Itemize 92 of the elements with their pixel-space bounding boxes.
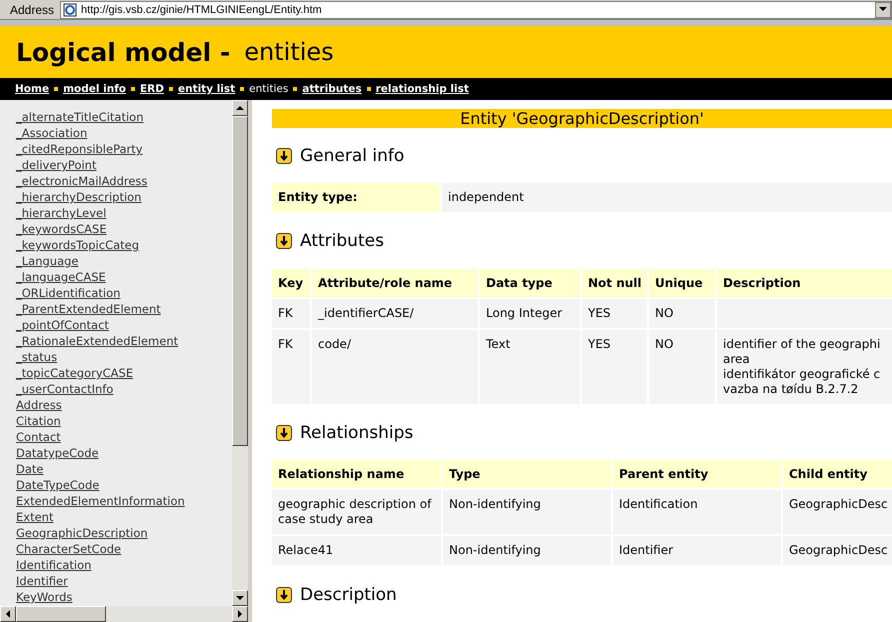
sidebar-link[interactable]: _ORLidentification <box>16 285 232 301</box>
nav-link[interactable]: ERD <box>140 83 164 95</box>
sidebar-link[interactable]: Identification <box>16 557 232 573</box>
section-heading: Attributes <box>300 231 384 252</box>
nav-link[interactable]: entity list <box>178 83 236 95</box>
section-heading: Description <box>300 584 397 605</box>
column-header: Type <box>443 460 611 488</box>
sidebar-link[interactable]: Extent <box>16 509 232 525</box>
sidebar-link[interactable]: _ParentExtendedElement <box>16 301 232 317</box>
sidebar-link[interactable]: _Language <box>16 253 232 269</box>
sidebar-link[interactable]: _pointOfContact <box>16 317 232 333</box>
table-cell: Identification <box>613 490 781 534</box>
table-cell: NO <box>649 298 715 328</box>
sidebar-link[interactable]: _topicCategoryCASE <box>16 365 232 381</box>
nav-link[interactable]: attributes <box>302 83 362 95</box>
column-header: Not null <box>582 268 647 297</box>
table-cell: FK <box>272 330 310 404</box>
page-title: Logical model - <box>16 38 230 66</box>
table-cell: Long Integer <box>480 298 580 328</box>
table-cell: NO <box>649 330 715 404</box>
sidebar-link[interactable]: Citation <box>16 413 232 429</box>
scroll-up-icon[interactable] <box>236 106 244 110</box>
arrow-down-icon[interactable] <box>276 425 292 442</box>
table-cell: Non-identifying <box>443 490 611 534</box>
column-header: Parent entity <box>613 460 781 488</box>
nav-link[interactable]: Home <box>15 83 50 95</box>
table-cell: Identifier <box>613 536 781 566</box>
table-cell: GeographicDesc <box>783 490 892 534</box>
table-cell: identifier of the geographi area identifikátor geografické c vazba na tøídu B.2.7.2 <box>717 330 892 404</box>
column-header: Unique <box>649 268 715 297</box>
field-value: independent <box>442 183 892 212</box>
entity-title: Entity 'GeographicDescription' <box>272 109 892 128</box>
table-cell: geographic description of case study area <box>272 490 441 534</box>
page-icon <box>63 2 78 16</box>
sidebar-link[interactable]: Date <box>16 461 232 477</box>
url-text: http://gis.vsb.cz/ginie/HTMLGINIEengL/Entity.htm <box>81 4 323 16</box>
table-cell: _identifierCASE/ <box>312 298 478 328</box>
sidebar-link[interactable]: CharacterSetCode <box>16 541 232 557</box>
sidebar-link[interactable]: _keywordsCASE <box>16 221 232 237</box>
sidebar-link[interactable]: Identifier <box>16 573 232 589</box>
sidebar-link[interactable]: Address <box>16 397 232 413</box>
sidebar-link[interactable]: _electronicMailAddress <box>16 173 232 189</box>
table-cell: Text <box>480 330 580 404</box>
sidebar-link[interactable]: GeographicDescription <box>16 525 232 541</box>
scroll-down-icon[interactable] <box>236 596 244 600</box>
sidebar-link[interactable]: _citedReponsibleParty <box>16 141 232 157</box>
arrow-down-icon[interactable] <box>276 148 292 164</box>
scroll-left-icon[interactable] <box>6 610 10 618</box>
table-cell: YES <box>582 298 647 328</box>
sidebar-link[interactable]: _RationaleExtendedElement <box>16 333 232 349</box>
sidebar-link[interactable]: DateTypeCode <box>16 477 232 493</box>
sidebar-link[interactable]: _hierarchyLevel <box>16 205 232 221</box>
table-cell: Relace41 <box>272 536 441 566</box>
section-heading: General info <box>300 146 404 166</box>
horizontal-scrollbar[interactable] <box>0 606 248 622</box>
field-label: Entity type: <box>272 183 440 212</box>
nav-link[interactable]: model info <box>63 83 126 95</box>
section-heading: Relationships <box>300 423 414 444</box>
sidebar-link[interactable]: Contact <box>16 429 232 445</box>
arrow-down-icon[interactable] <box>276 233 292 250</box>
column-header: Child entity <box>783 460 892 488</box>
sidebar-link[interactable]: _languageCASE <box>16 269 232 285</box>
vertical-scrollbar[interactable] <box>232 100 248 606</box>
table-cell: YES <box>582 330 647 404</box>
current-page-label: entities <box>249 83 288 95</box>
column-header: Description <box>717 268 892 297</box>
arrow-down-icon[interactable] <box>276 586 292 603</box>
address-field[interactable]: http://gis.vsb.cz/ginie/HTMLGINIEengL/Entity.htm <box>60 0 892 18</box>
table-cell: FK <box>272 298 310 328</box>
sidebar-link[interactable]: _status <box>16 349 232 365</box>
dropdown-button[interactable] <box>875 2 891 18</box>
sidebar-link[interactable]: _userContactInfo <box>16 381 232 397</box>
table-cell: GeographicDesc <box>783 536 892 566</box>
sidebar-link[interactable]: _hierarchyDescription <box>16 189 232 205</box>
sidebar-link[interactable]: DatatypeCode <box>16 445 232 461</box>
sidebar-link[interactable]: _alternateTitleCitation <box>16 109 232 125</box>
nav-link[interactable]: relationship list <box>376 83 469 95</box>
sidebar-link[interactable]: _keywordsTopicCateg <box>16 237 232 253</box>
sidebar-link[interactable]: ExtendedElementInformation <box>16 493 232 509</box>
scroll-right-icon[interactable] <box>238 610 242 618</box>
sidebar-link[interactable]: _Association <box>16 125 232 141</box>
page-subtitle: entities <box>244 38 334 66</box>
table-cell: code/ <box>312 330 478 404</box>
column-header: Relationship name <box>272 460 441 488</box>
sidebar-link[interactable]: KeyWords <box>16 589 232 605</box>
caret-icon <box>879 7 887 12</box>
sidebar-link[interactable]: _deliveryPoint <box>16 157 232 173</box>
address-label: Address <box>9 2 56 16</box>
column-header: Key <box>272 268 310 297</box>
table-cell: Non-identifying <box>443 536 611 566</box>
column-header: Data type <box>480 268 580 297</box>
column-header: Attribute/role name <box>312 268 478 297</box>
